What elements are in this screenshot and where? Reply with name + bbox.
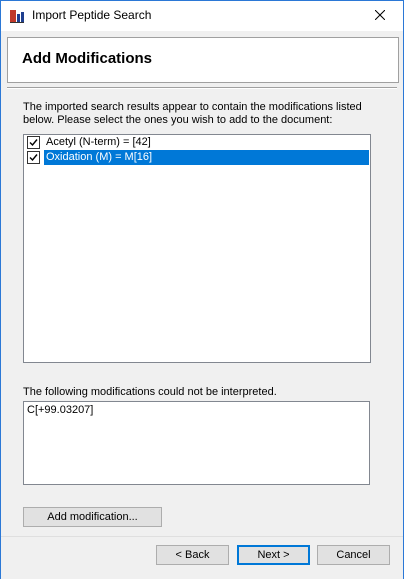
unrecognized-modification-value: C[+99.03207] [27, 404, 94, 416]
header-box: Add Modifications [7, 37, 399, 83]
modification-checkbox[interactable] [27, 151, 40, 164]
footer-bar: < Back Next > Cancel [1, 536, 403, 579]
title-bar[interactable]: Import Peptide Search [1, 1, 403, 31]
modification-checkbox[interactable] [27, 136, 40, 149]
list-item[interactable]: Oxidation (M) = M[16] [25, 150, 369, 165]
back-button[interactable]: < Back [156, 545, 229, 565]
close-icon [374, 9, 386, 23]
window-title: Import Peptide Search [32, 8, 152, 22]
next-button[interactable]: Next > [237, 545, 310, 565]
close-button[interactable] [357, 1, 403, 31]
add-modification-button[interactable]: Add modification... [23, 507, 162, 527]
modification-label: Oxidation (M) = M[16] [46, 151, 153, 163]
cancel-button[interactable]: Cancel [317, 545, 390, 565]
page-title: Add Modifications [22, 50, 152, 67]
wizard-header: Add Modifications [1, 31, 403, 93]
header-divider [7, 87, 397, 89]
modification-label: Acetyl (N-term) = [42] [46, 136, 151, 148]
import-peptide-search-dialog: Import Peptide Search Add Modifications … [0, 0, 404, 579]
modifications-list[interactable]: Acetyl (N-term) = [42] Oxidation (M) = M… [23, 134, 371, 363]
unrecognized-modifications-textbox[interactable]: C[+99.03207] [23, 401, 370, 485]
unrecognized-label: The following modifications could not be… [23, 386, 277, 398]
list-item[interactable]: Acetyl (N-term) = [42] [25, 135, 369, 150]
skyline-app-icon [9, 8, 25, 24]
instructions-text: The imported search results appear to co… [23, 101, 362, 126]
